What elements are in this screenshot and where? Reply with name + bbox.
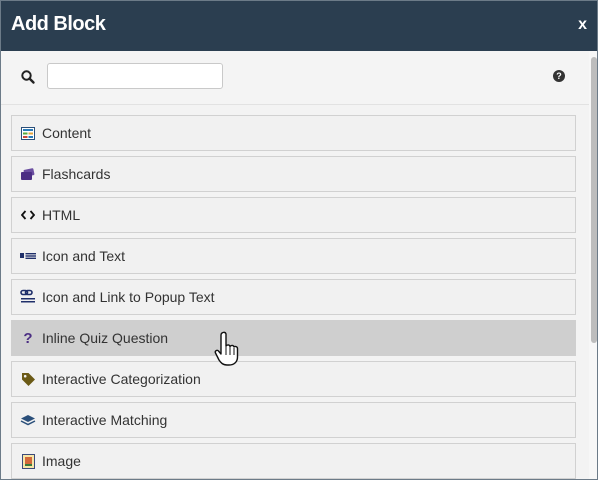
block-item-interactive-categorization[interactable]: Interactive Categorization [11, 361, 576, 397]
block-item-content[interactable]: Content [11, 115, 576, 151]
hand-pointer-cursor [213, 331, 241, 369]
tag-icon [20, 372, 36, 386]
image-icon [20, 453, 36, 469]
block-item-image[interactable]: Image [11, 443, 576, 479]
dialog-title: Add Block [11, 13, 106, 35]
scrollbar-thumb[interactable] [591, 57, 597, 343]
block-item-icon-and-text[interactable]: Icon and Text [11, 238, 576, 274]
block-item-interactive-matching[interactable]: Interactive Matching [11, 402, 576, 438]
layers-icon [20, 413, 36, 427]
block-item-label: Icon and Text [42, 248, 126, 264]
dialog-titlebar: Add Block x [1, 1, 597, 51]
block-item-inline-quiz[interactable]: ? Inline Quiz Question [11, 320, 576, 356]
icon-text-icon [20, 249, 36, 263]
help-icon[interactable]: ? [553, 70, 565, 82]
block-item-label: Flashcards [42, 166, 111, 182]
search-input[interactable] [47, 63, 223, 89]
block-item-label: Image [42, 453, 81, 469]
block-item-label: HTML [42, 207, 81, 223]
block-list: Content Flashcards HTML Icon and Text Ic… [1, 105, 589, 479]
block-item-label: Content [42, 125, 92, 141]
content-icon [20, 126, 36, 140]
block-item-icon-link-popup[interactable]: Icon and Link to Popup Text [11, 279, 576, 315]
block-item-flashcards[interactable]: Flashcards [11, 156, 576, 192]
link-popup-icon [20, 289, 36, 304]
block-item-label: Icon and Link to Popup Text [42, 289, 215, 305]
search-bar: ? [1, 51, 589, 105]
question-icon: ? [23, 329, 33, 347]
block-item-label: Inline Quiz Question [42, 330, 169, 346]
block-item-html[interactable]: HTML [11, 197, 576, 233]
close-button[interactable]: x [578, 16, 587, 34]
block-item-label: Interactive Matching [42, 412, 168, 428]
block-item-label: Interactive Categorization [42, 371, 201, 387]
add-block-dialog: Add Block x ? Content Flashcards HTML Ic… [0, 0, 598, 480]
search-icon [20, 69, 36, 85]
code-icon [20, 208, 36, 222]
flashcards-icon [20, 167, 36, 181]
